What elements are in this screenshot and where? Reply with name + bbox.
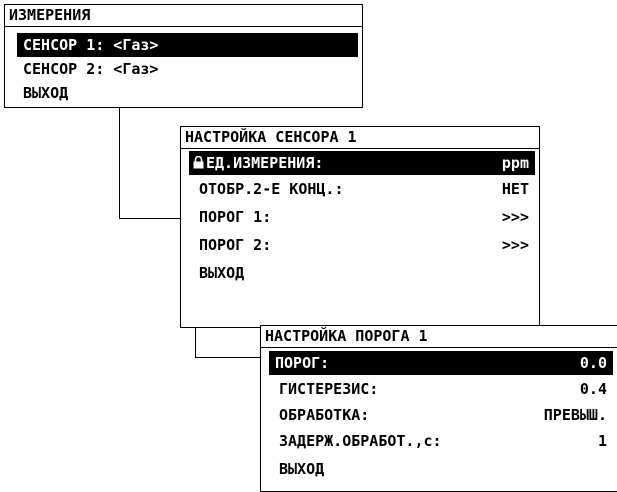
menu-item-sensor-1[interactable]: СЕНСОР 1: <Газ> [17, 33, 358, 57]
menu-item-value: 0.4 [579, 380, 607, 398]
menu-item-value: НЕТ [501, 180, 529, 198]
menu-item-label: СЕНСОР 2: <Газ> [23, 60, 159, 78]
menu-item-label: ПОРОГ: [275, 354, 330, 372]
menu-item-label: ВЫХОД [279, 460, 325, 478]
menu-item-label: ЗАДЕРЖ.ОБРАБОТ.,с: [279, 432, 442, 450]
menu-item-threshold-1[interactable]: ПОРОГ 1: >>> [189, 205, 535, 229]
title-divider [181, 148, 539, 149]
menu-item-label: ОБРАБОТКА: [279, 406, 370, 424]
title-divider [5, 26, 362, 27]
menu-item-exit[interactable]: ВЫХОД [269, 457, 613, 481]
menu-item-processing-delay[interactable]: ЗАДЕРЖ.ОБРАБОТ.,с: 1 [269, 429, 613, 453]
menu-item-exit[interactable]: ВЫХОД [17, 81, 358, 105]
menu-item-hysteresis[interactable]: ГИСТЕРЕЗИС: 0.4 [269, 377, 613, 401]
menu-item-units[interactable]: ЕД.ИЗМЕРЕНИЯ: ppm [189, 151, 535, 175]
menu-item-label: СЕНСОР 1: <Газ> [23, 36, 159, 54]
menu-item-value: ppm [501, 154, 529, 172]
menu-title: НАСТРОЙКА ПОРОГА 1 [265, 327, 428, 345]
menu-item-value: >>> [501, 236, 529, 254]
menu-item-exit[interactable]: ВЫХОД [189, 261, 535, 285]
connector-line [119, 106, 120, 219]
menu-item-label: ЕД.ИЗМЕРЕНИЯ: [206, 154, 324, 172]
menu-item-show-second-conc[interactable]: ОТОБР.2-Е КОНЦ.: НЕТ [189, 177, 535, 201]
menu-item-label: ВЫХОД [23, 84, 69, 102]
menu-item-label: ОТОБР.2-Е КОНЦ.: [199, 180, 344, 198]
menu-item-label: ПОРОГ 1: [199, 208, 272, 226]
sensor-settings-menu: НАСТРОЙКА СЕНСОРА 1 ЕД.ИЗМЕРЕНИЯ: ppm ОТ… [180, 126, 540, 328]
menu-item-value: 0.0 [579, 354, 607, 372]
menu-item-value: ПРЕВЫШ. [543, 406, 607, 424]
menu-item-label: ВЫХОД [199, 264, 245, 282]
menu-item-threshold-2[interactable]: ПОРОГ 2: >>> [189, 233, 535, 257]
menu-item-value: 1 [597, 432, 607, 450]
menu-item-label: ПОРОГ 2: [199, 236, 272, 254]
measurements-menu: ИЗМЕРЕНИЯ СЕНСОР 1: <Газ> СЕНСОР 2: <Газ… [4, 4, 363, 108]
menu-title: НАСТРОЙКА СЕНСОРА 1 [185, 128, 357, 146]
menu-item-sensor-2[interactable]: СЕНСОР 2: <Газ> [17, 57, 358, 81]
menu-title: ИЗМЕРЕНИЯ [9, 6, 91, 24]
connector-line [195, 357, 260, 358]
title-divider [261, 347, 617, 348]
menu-item-processing[interactable]: ОБРАБОТКА: ПРЕВЫШ. [269, 403, 613, 427]
menu-item-label: ГИСТЕРЕЗИС: [279, 380, 379, 398]
lock-icon [193, 156, 204, 169]
threshold-settings-menu: НАСТРОЙКА ПОРОГА 1 ПОРОГ: 0.0 ГИСТЕРЕЗИС… [260, 325, 617, 492]
menu-item-value: >>> [501, 208, 529, 226]
menu-item-threshold[interactable]: ПОРОГ: 0.0 [269, 351, 613, 375]
